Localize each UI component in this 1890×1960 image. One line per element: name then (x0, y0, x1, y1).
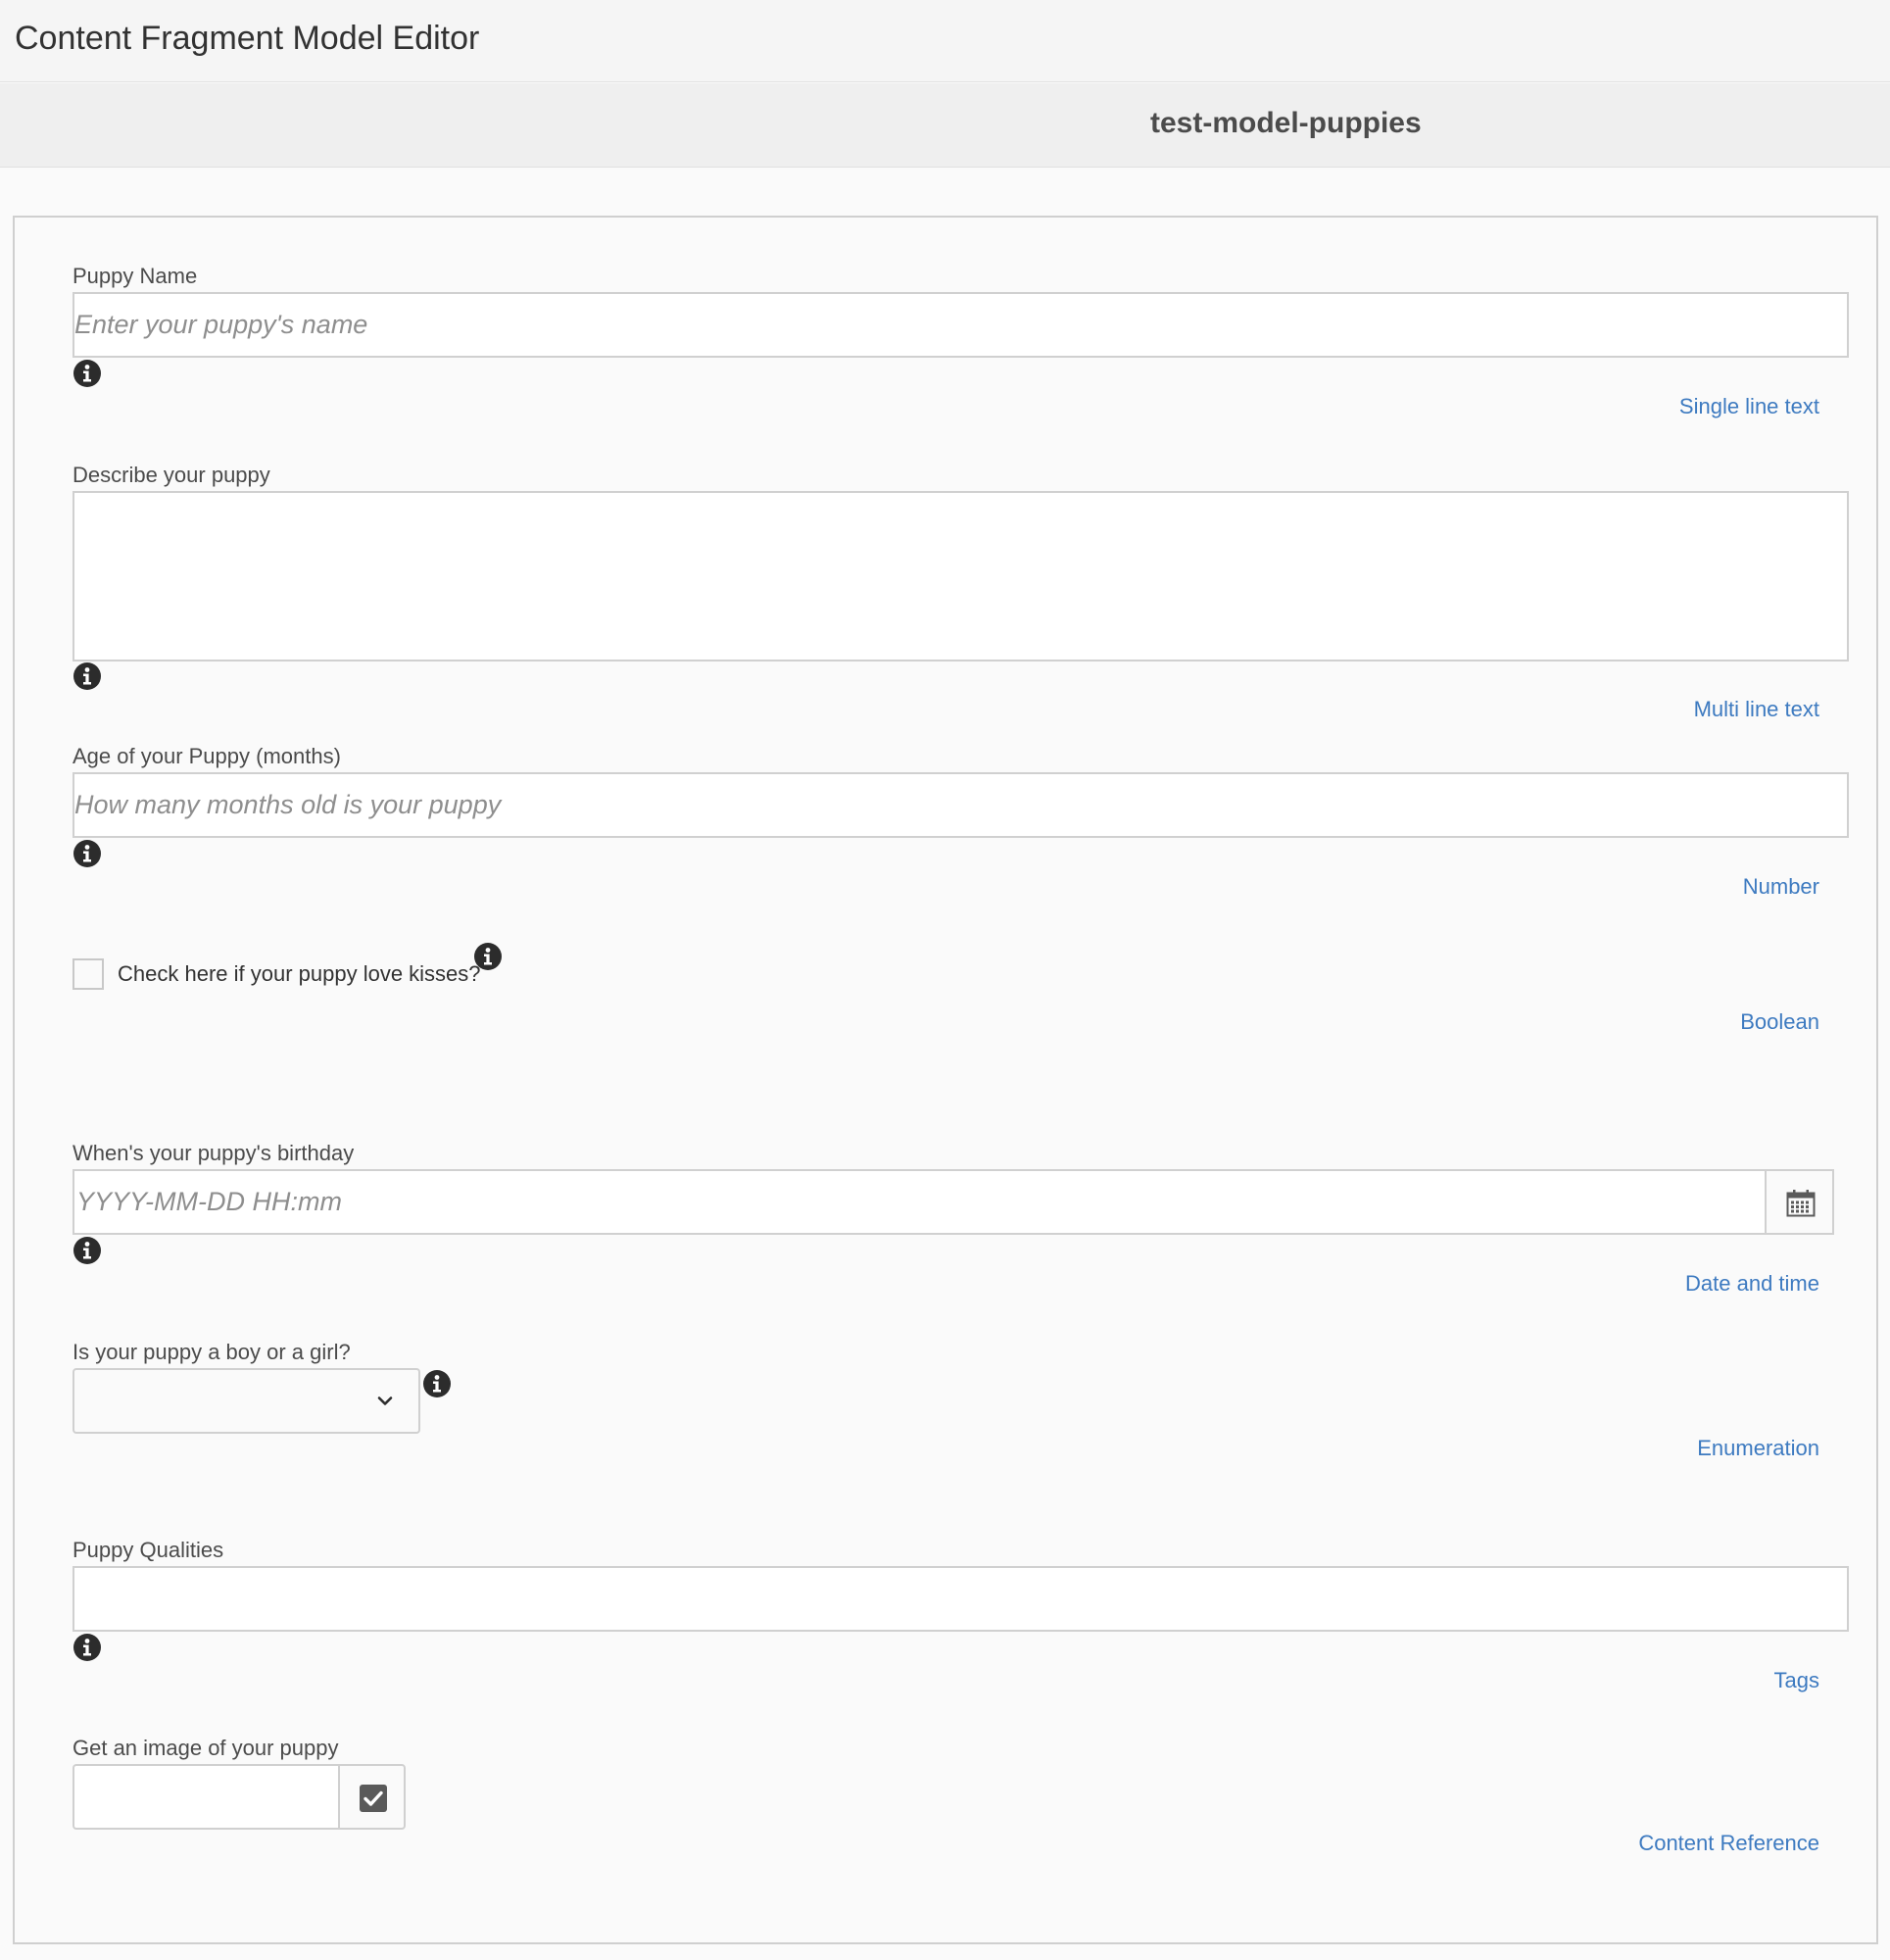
info-icon[interactable] (73, 839, 102, 868)
app-header: Content Fragment Model Editor (0, 0, 1890, 82)
type-label-multi-line-text: Multi line text (1693, 697, 1819, 721)
checkbox-checked-icon (360, 1785, 387, 1812)
calendar-icon (1786, 1190, 1816, 1217)
puppy-name-input[interactable] (73, 292, 1849, 358)
image-label: Get an image of your puppy (73, 1736, 339, 1760)
calendar-button[interactable] (1765, 1169, 1834, 1235)
qualities-label: Puppy Qualities (73, 1538, 224, 1562)
type-label-single-line-text: Single line text (1678, 394, 1819, 418)
info-icon[interactable] (73, 359, 102, 388)
type-label-content-reference: Content Reference (1638, 1831, 1819, 1855)
puppy-name-label: Puppy Name (73, 264, 198, 288)
gender-select[interactable] (73, 1368, 420, 1434)
type-label-tags: Tags (1773, 1668, 1819, 1692)
type-label-enumeration: Enumeration (1697, 1436, 1819, 1460)
gender-label: Is your puppy a boy or a girl? (73, 1340, 351, 1364)
type-label-number: Number (1742, 874, 1819, 899)
type-label-boolean: Boolean (1740, 1009, 1819, 1034)
image-picker-button[interactable] (338, 1764, 406, 1830)
model-title-bar: test-model-puppies (0, 83, 1890, 168)
age-input[interactable] (73, 772, 1849, 838)
model-name: test-model-puppies (1150, 107, 1422, 139)
birthday-input[interactable] (73, 1169, 1779, 1235)
description-label: Describe your puppy (73, 463, 270, 487)
app-title: Content Fragment Model Editor (15, 20, 480, 57)
info-icon[interactable] (73, 662, 102, 691)
info-icon[interactable] (473, 942, 503, 971)
loves-kisses-checkbox[interactable] (73, 958, 104, 990)
description-textarea[interactable] (73, 491, 1849, 662)
chevron-down-icon (377, 1396, 393, 1405)
info-icon[interactable] (73, 1633, 102, 1662)
age-label: Age of your Puppy (months) (73, 744, 341, 768)
model-form-panel: Puppy Name Single line text Describe you… (13, 216, 1878, 1944)
info-icon[interactable] (422, 1369, 452, 1398)
qualities-tags-input[interactable] (73, 1566, 1849, 1632)
info-icon[interactable] (73, 1236, 102, 1265)
loves-kisses-label: Check here if your puppy love kisses? (118, 961, 481, 986)
type-label-date-and-time: Date and time (1685, 1271, 1819, 1296)
image-reference-input[interactable] (73, 1764, 353, 1830)
birthday-label: When's your puppy's birthday (73, 1141, 355, 1165)
